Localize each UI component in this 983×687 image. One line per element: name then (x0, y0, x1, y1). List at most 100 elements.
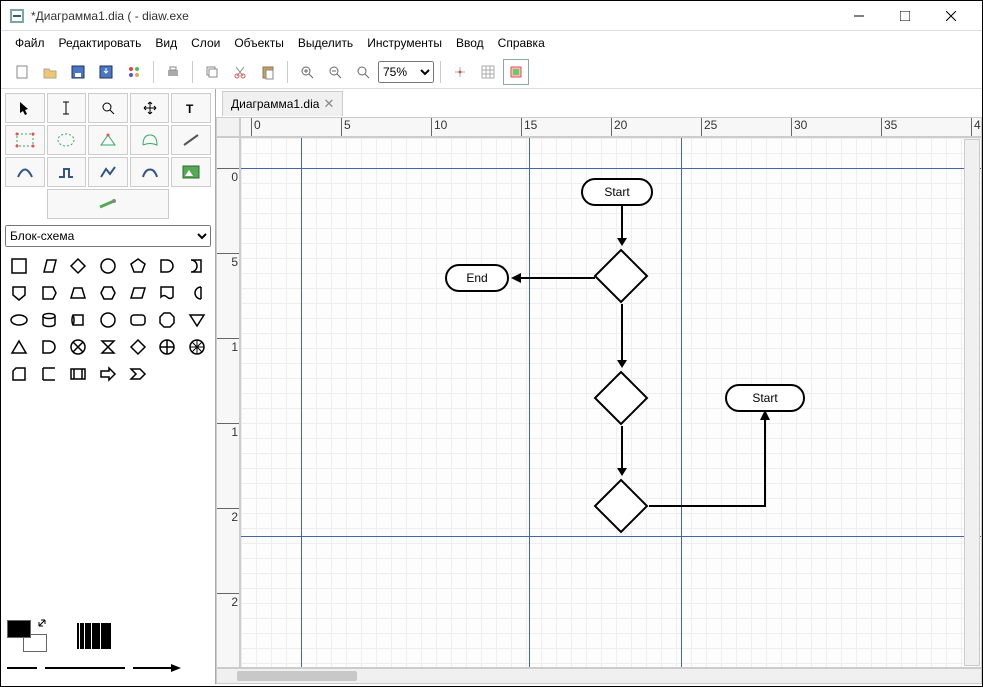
shape-halfcircle-cut[interactable] (182, 253, 211, 279)
menu-input[interactable]: Ввод (450, 34, 490, 52)
shape-hexagon[interactable] (94, 280, 123, 306)
cut-button[interactable] (227, 59, 253, 85)
node-end[interactable]: End (445, 264, 509, 292)
tool-polygon[interactable] (88, 125, 128, 155)
tool-polyline[interactable] (88, 157, 128, 187)
guide-line[interactable] (529, 138, 530, 667)
snap-button[interactable] (447, 59, 473, 85)
connector[interactable] (617, 304, 627, 373)
tool-text-cursor[interactable] (47, 93, 87, 123)
node-decision3[interactable] (591, 476, 651, 536)
shape-hourglass[interactable] (94, 334, 123, 360)
scrollbar-vertical[interactable] (964, 139, 980, 666)
shape-rect-open[interactable] (35, 361, 64, 387)
shape-card[interactable] (5, 361, 34, 387)
save-button[interactable] (65, 59, 91, 85)
shape-bracket[interactable] (182, 280, 211, 306)
shape-parallelogram[interactable] (35, 253, 64, 279)
guides-button[interactable] (503, 59, 529, 85)
guide-line[interactable] (681, 138, 682, 667)
tool-outline[interactable] (47, 189, 170, 219)
menu-tools[interactable]: Инструменты (361, 34, 448, 52)
shape-pentagon[interactable] (123, 253, 152, 279)
node-start2[interactable]: Start (725, 384, 805, 412)
minimize-button[interactable] (836, 1, 882, 31)
maximize-button[interactable] (882, 1, 928, 31)
connector[interactable] (617, 206, 627, 251)
shape-parallelogram2[interactable] (123, 280, 152, 306)
shape-double-rect[interactable] (64, 361, 93, 387)
menu-objects[interactable]: Объекты (228, 34, 290, 52)
print-button[interactable] (160, 59, 186, 85)
shape-trapezoid[interactable] (64, 280, 93, 306)
menu-file[interactable]: Файл (9, 34, 51, 52)
shape-circle[interactable] (94, 253, 123, 279)
shape-shield[interactable] (5, 280, 34, 306)
shape-chevron[interactable] (123, 361, 152, 387)
tool-line[interactable] (171, 125, 211, 155)
tool-arc[interactable] (5, 157, 45, 187)
zoomin-button[interactable] (294, 59, 320, 85)
menu-select[interactable]: Выделить (292, 34, 359, 52)
scrollbar-horizontal[interactable] (216, 668, 982, 684)
node-start1[interactable]: Start (581, 178, 653, 206)
new-button[interactable] (9, 59, 35, 85)
grid-button[interactable] (475, 59, 501, 85)
shape-drum[interactable] (64, 307, 93, 333)
zoomfit-button[interactable] (350, 59, 376, 85)
shape-circle-cross[interactable] (182, 334, 211, 360)
node-decision1[interactable] (591, 246, 651, 306)
shape-halfcircle-r[interactable] (153, 253, 182, 279)
node-decision2[interactable] (591, 368, 651, 428)
canvas[interactable]: Start End (240, 137, 982, 668)
connector[interactable] (647, 406, 777, 515)
shape-cylinder[interactable] (35, 307, 64, 333)
tool-text[interactable]: T (171, 93, 211, 123)
tool-box[interactable] (5, 125, 45, 155)
shape-document[interactable] (153, 280, 182, 306)
tool-magnify[interactable] (88, 93, 128, 123)
menu-view[interactable]: Вид (149, 34, 183, 52)
shape-rounded[interactable] (123, 307, 152, 333)
tool-ellipse[interactable] (47, 125, 87, 155)
document-tab[interactable]: Диаграмма1.dia ✕ (222, 91, 343, 116)
paste-button[interactable] (255, 59, 281, 85)
open-button[interactable] (37, 59, 63, 85)
line-style-picker[interactable] (7, 658, 209, 678)
shape-tag[interactable] (35, 280, 64, 306)
tool-pointer[interactable] (5, 93, 45, 123)
tab-close-icon[interactable]: ✕ (323, 96, 334, 112)
tool-zigzag[interactable] (47, 157, 87, 187)
shape-circle-plus[interactable] (153, 334, 182, 360)
ruler-horizontal[interactable]: 0 5 10 15 20 25 30 35 40 (240, 117, 982, 137)
connector[interactable] (617, 426, 627, 481)
menu-layers[interactable]: Слои (185, 34, 226, 52)
shape-arrow-r[interactable] (94, 361, 123, 387)
color-swatch[interactable] (7, 620, 47, 652)
close-button[interactable] (928, 1, 974, 31)
zoomout-button[interactable] (322, 59, 348, 85)
tool-bezier-closed[interactable] (130, 125, 170, 155)
shape-square[interactable] (5, 253, 34, 279)
shape-diamond2[interactable] (123, 334, 152, 360)
shape-triangle-up[interactable] (5, 334, 34, 360)
shape-diamond[interactable] (64, 253, 93, 279)
guide-line[interactable] (301, 138, 302, 667)
connector[interactable] (509, 271, 597, 288)
shape-ellipse[interactable] (5, 307, 34, 333)
tool-image[interactable] (171, 157, 211, 187)
menu-edit[interactable]: Редактировать (53, 34, 148, 52)
guide-line[interactable] (241, 168, 981, 169)
menu-help[interactable]: Справка (492, 34, 551, 52)
guide-line[interactable] (241, 536, 981, 537)
shape-octagon[interactable] (153, 307, 182, 333)
shape-circle-x[interactable] (64, 334, 93, 360)
copy-button[interactable] (199, 59, 225, 85)
line-width-picker[interactable] (77, 623, 111, 649)
ruler-vertical[interactable]: 0 5 1 1 2 2 (216, 137, 240, 668)
zoom-select[interactable]: 75% (378, 61, 434, 83)
shape-d[interactable] (35, 334, 64, 360)
tool-bezier[interactable] (130, 157, 170, 187)
export-button[interactable] (121, 59, 147, 85)
tool-move[interactable] (130, 93, 170, 123)
